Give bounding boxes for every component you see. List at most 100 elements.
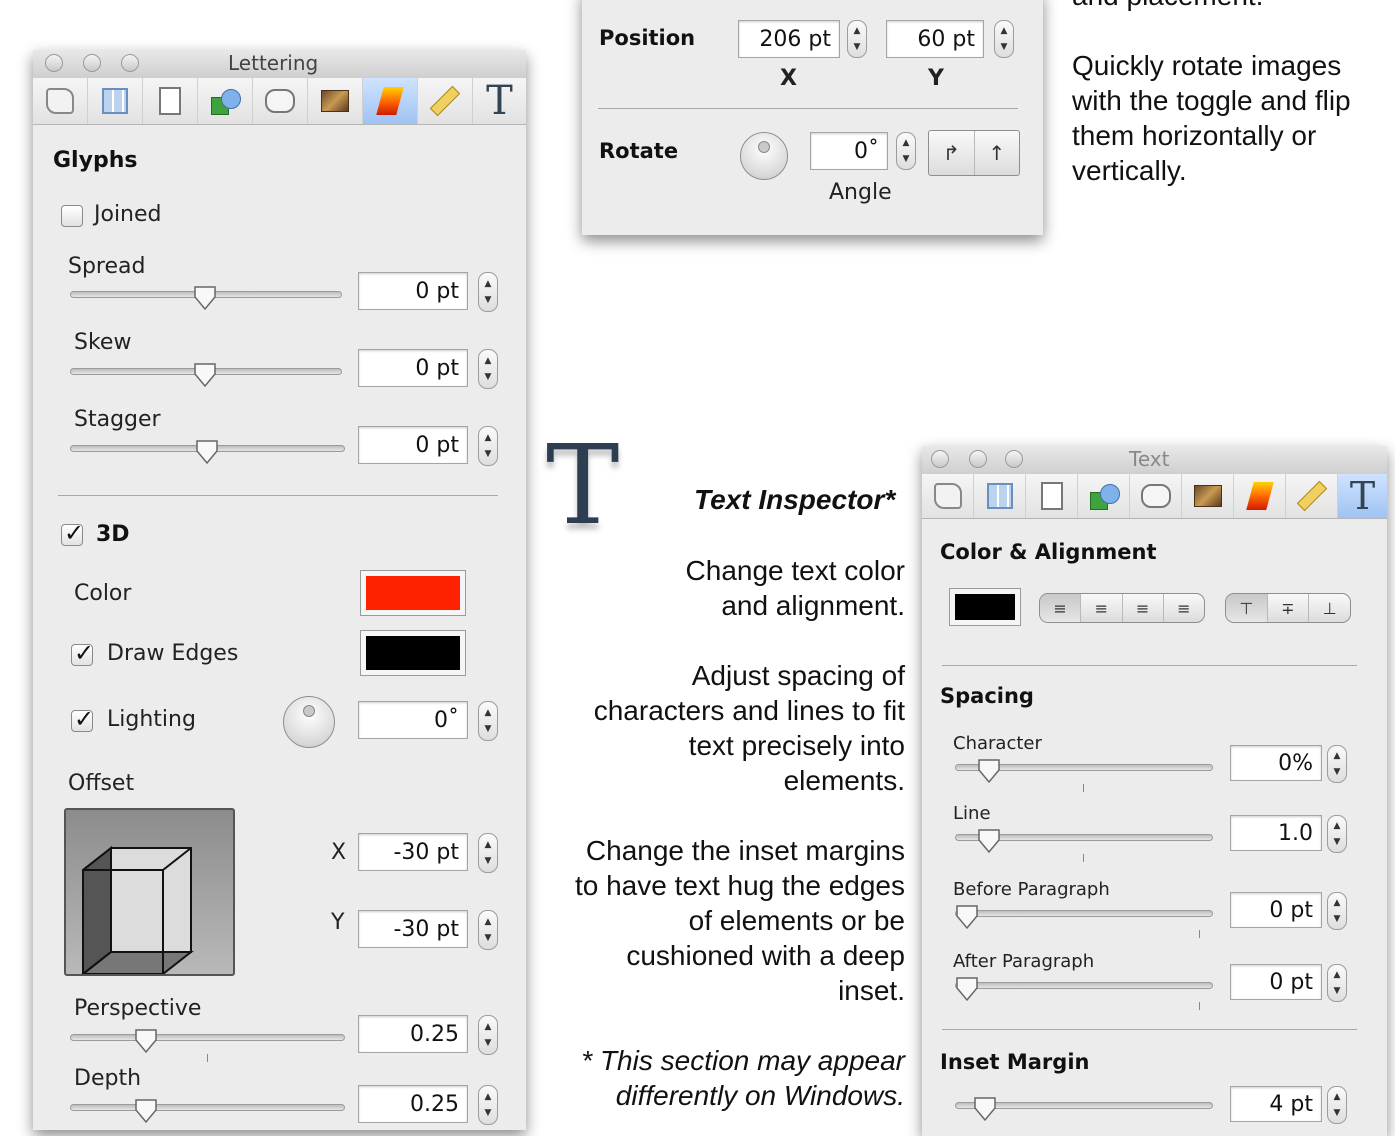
text-t-icon: T <box>1349 474 1376 518</box>
align-justify-button[interactable]: ≡ <box>1164 594 1204 622</box>
align-left-button[interactable]: ≡ <box>1040 594 1082 622</box>
inset-margin-stepper[interactable]: ▲ ▼ <box>1327 1086 1347 1124</box>
skew-label: Skew <box>74 330 132 355</box>
perspective-value-field[interactable]: 0.25 <box>358 1015 468 1053</box>
tab-document[interactable] <box>33 78 88 124</box>
after-paragraph-stepper[interactable]: ▲ ▼ <box>1327 964 1347 1002</box>
tab-wrap[interactable] <box>1130 474 1182 518</box>
lighting-angle-field[interactable]: 0˚ <box>358 701 468 739</box>
before-paragraph-slider[interactable] <box>955 910 1213 917</box>
minimize-window-button[interactable] <box>83 54 101 72</box>
align-right-button[interactable]: ≡ <box>1123 594 1164 622</box>
rotate-angle-field[interactable]: 0˚ <box>810 132 888 170</box>
tab-metrics[interactable] <box>418 78 473 124</box>
position-y-stepper[interactable]: ▲ ▼ <box>994 20 1014 58</box>
flip-buttons[interactable]: ↱ ↑ <box>928 130 1020 176</box>
envelope-icon <box>265 89 295 113</box>
window-title: Text <box>1129 447 1170 471</box>
tab-page[interactable] <box>1026 474 1078 518</box>
metrics-divider <box>598 108 1018 109</box>
rotate-angle-knob[interactable] <box>740 132 788 180</box>
tab-image[interactable] <box>1182 474 1234 518</box>
line-value-field[interactable]: 1.0 <box>1230 815 1322 851</box>
lighting-angle-knob[interactable] <box>283 696 335 748</box>
align-top-button[interactable]: ⊤ <box>1226 594 1268 622</box>
character-value-field[interactable]: 0% <box>1230 745 1322 781</box>
spread-label: Spread <box>68 254 146 279</box>
tab-text[interactable]: T <box>473 78 526 124</box>
tab-metrics[interactable] <box>1286 474 1338 518</box>
tab-page[interactable] <box>143 78 198 124</box>
align-center-button[interactable]: ≡ <box>1081 594 1123 622</box>
position-x-field[interactable]: 206 pt <box>738 20 840 58</box>
zoom-window-button[interactable] <box>121 54 139 72</box>
offset-y-field[interactable]: -30 pt <box>358 910 468 948</box>
character-slider-thumb[interactable] <box>977 758 1001 784</box>
tab-lettering[interactable] <box>1234 474 1286 518</box>
rotate-angle-stepper[interactable]: ▲ ▼ <box>896 132 916 170</box>
before-paragraph-stepper[interactable]: ▲ ▼ <box>1327 892 1347 930</box>
edge-color-well[interactable] <box>360 630 466 676</box>
character-stepper[interactable]: ▲ ▼ <box>1327 745 1347 783</box>
horizontal-alignment-buttons[interactable]: ≡ ≡ ≡ ≡ <box>1039 593 1205 623</box>
stagger-value-field[interactable]: 0 pt <box>358 426 468 464</box>
depth-slider[interactable] <box>70 1104 345 1111</box>
threed-checkbox[interactable]: ✓ <box>61 519 84 547</box>
tab-layout[interactable] <box>974 474 1026 518</box>
inset-margin-value-field[interactable]: 4 pt <box>1230 1086 1322 1122</box>
threed-color-fill <box>366 576 460 610</box>
align-middle-button[interactable]: ∓ <box>1268 594 1310 622</box>
offset-cube-control[interactable] <box>64 808 235 977</box>
inset-margin-slider-thumb[interactable] <box>973 1096 997 1122</box>
position-y-field[interactable]: 60 pt <box>886 20 984 58</box>
line-slider-thumb[interactable] <box>977 828 1001 854</box>
spread-stepper[interactable]: ▲ ▼ <box>478 272 498 312</box>
zoom-window-button[interactable] <box>1005 450 1023 468</box>
metrics-inspector-window: Position 206 pt ▲ ▼ 60 pt ▲ ▼ X Y Rotate 0… <box>582 0 1043 235</box>
threed-color-well[interactable] <box>360 570 466 616</box>
joined-checkbox[interactable] <box>61 205 83 227</box>
flip-vertical-button[interactable]: ↑ <box>975 131 1020 175</box>
close-window-button[interactable] <box>45 54 63 72</box>
tab-text[interactable]: T <box>1338 474 1387 518</box>
skew-slider-thumb[interactable] <box>193 362 217 388</box>
tab-document[interactable] <box>922 474 974 518</box>
align-bottom-button[interactable]: ⊥ <box>1309 594 1350 622</box>
after-paragraph-slider-thumb[interactable] <box>955 976 979 1002</box>
spread-value-field[interactable]: 0 pt <box>358 272 468 310</box>
tab-graphic[interactable] <box>198 78 253 124</box>
text-color-well[interactable] <box>949 588 1021 626</box>
tab-lettering[interactable] <box>363 78 418 124</box>
depth-slider-thumb[interactable] <box>134 1098 158 1124</box>
after-paragraph-value-field[interactable]: 0 pt <box>1230 964 1322 1000</box>
position-x-stepper[interactable]: ▲ ▼ <box>847 20 867 58</box>
tab-image[interactable] <box>308 78 363 124</box>
before-paragraph-slider-thumb[interactable] <box>955 904 979 930</box>
minimize-window-button[interactable] <box>969 450 987 468</box>
offset-x-field[interactable]: -30 pt <box>358 833 468 871</box>
close-window-button[interactable] <box>931 450 949 468</box>
lighting-checkbox[interactable]: ✓ <box>71 705 94 733</box>
perspective-slider[interactable] <box>70 1034 345 1041</box>
skew-value-field[interactable]: 0 pt <box>358 349 468 387</box>
before-paragraph-tick <box>1199 930 1200 938</box>
after-paragraph-slider[interactable] <box>955 982 1213 989</box>
skew-stepper[interactable]: ▲ ▼ <box>478 349 498 389</box>
line-tick <box>1083 854 1084 862</box>
before-paragraph-value-field[interactable]: 0 pt <box>1230 892 1322 928</box>
stagger-slider-thumb[interactable] <box>195 439 219 465</box>
text-inspector-big-t-icon: T <box>546 421 620 549</box>
windows-footnote: * This section may appear differently on… <box>581 1045 905 1111</box>
spread-slider-thumb[interactable] <box>193 285 217 311</box>
line-label: Line <box>953 803 991 824</box>
vertical-alignment-buttons[interactable]: ⊤ ∓ ⊥ <box>1225 593 1351 623</box>
tab-wrap[interactable] <box>253 78 308 124</box>
tab-graphic[interactable] <box>1078 474 1130 518</box>
draw-edges-checkbox[interactable]: ✓ <box>71 639 94 667</box>
tab-layout[interactable] <box>88 78 143 124</box>
depth-value-field[interactable]: 0.25 <box>358 1085 468 1123</box>
stagger-stepper[interactable]: ▲ ▼ <box>478 426 498 466</box>
perspective-slider-thumb[interactable] <box>134 1028 158 1054</box>
flip-horizontal-button[interactable]: ↱ <box>929 131 975 175</box>
line-stepper[interactable]: ▲ ▼ <box>1327 815 1347 853</box>
